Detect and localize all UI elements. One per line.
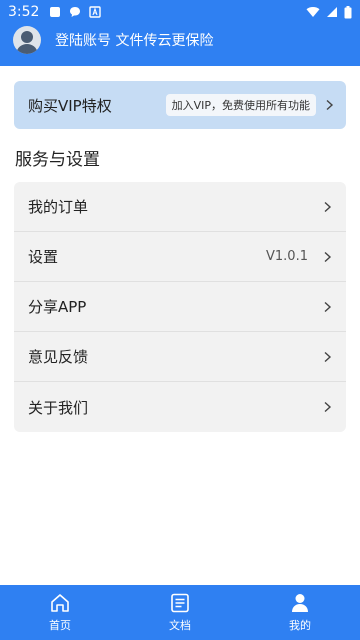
app-notification-icon [89,6,102,18]
tab-label: 首页 [49,619,71,632]
tab-mine[interactable]: 我的 [240,585,360,640]
chevron-right-icon [326,99,334,111]
user-avatar-icon [16,31,38,54]
vip-card[interactable]: 购买VIP特权 加入VIP，免费使用所有功能 [14,81,346,129]
menu-item-label: 意见反馈 [28,348,89,366]
menu-item-label: 设置 [28,248,59,266]
section-title: 服务与设置 [15,150,100,170]
header: 3:52 登陆账号 文件传云更保险 [0,0,360,66]
menu-item-orders[interactable]: 我的订单 [14,182,346,232]
chevron-right-icon [324,301,332,312]
menu-item-label: 分享APP [28,298,87,316]
menu-item-share-app[interactable]: 分享APP [14,282,346,332]
message-icon [70,7,81,17]
document-icon [171,593,189,613]
menu-item-settings[interactable]: 设置 V1.0.1 [14,232,346,282]
notification-square-icon [50,7,61,17]
login-account-row[interactable]: 登陆账号 文件传云更保险 [13,26,213,54]
chevron-right-icon [324,401,332,413]
battery-icon [344,5,352,18]
chevron-right-icon [324,251,332,262]
chevron-right-icon [324,351,332,362]
menu-item-label: 关于我们 [28,398,89,417]
vip-title: 购买VIP特权 [28,96,112,115]
status-bar: 3:52 [0,0,360,24]
chevron-right-icon [324,201,332,212]
tab-label: 我的 [289,619,311,632]
tab-label: 文档 [169,619,191,632]
version-text: V1.0.1 [266,249,308,264]
signal-icon [327,7,337,17]
menu-item-about[interactable]: 关于我们 [14,382,346,432]
tab-home[interactable]: 首页 [0,585,120,640]
login-prompt-text[interactable]: 登陆账号 文件传云更保险 [55,30,213,50]
menu-item-feedback[interactable]: 意见反馈 [14,332,346,382]
settings-list: 我的订单 设置 V1.0.1 分享APP 意见反馈 关于我们 [14,182,346,432]
menu-item-label: 我的订单 [28,198,89,216]
avatar[interactable] [13,26,41,54]
bottom-tab-bar: 首页 文档 我的 [0,585,360,640]
wifi-icon [306,7,320,17]
status-time: 3:52 [8,4,40,20]
person-icon [292,594,308,612]
vip-badge: 加入VIP，免费使用所有功能 [165,94,316,116]
status-right-icons [306,5,352,19]
tab-documents[interactable]: 文档 [120,585,240,640]
home-icon [51,594,69,612]
